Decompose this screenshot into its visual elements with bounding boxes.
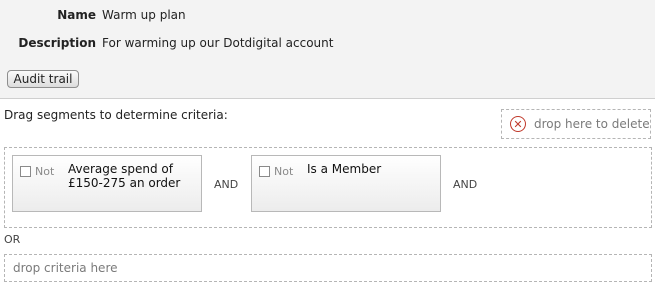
builder-instructions: Drag segments to determine criteria: [4,108,228,122]
description-label: Description [18,36,96,50]
segment-name: Is a Member [307,162,382,176]
not-label: Not [35,165,55,178]
name-value: Warm up plan [102,8,186,22]
not-toggle[interactable]: Not [20,165,54,178]
not-checkbox[interactable] [20,166,31,177]
criteria-group[interactable]: Not Average spend of £150-275 an order A… [4,147,652,228]
delete-drop-zone[interactable]: ✕ drop here to delete [501,109,651,139]
drop-criteria-zone[interactable]: drop criteria here [4,254,652,282]
not-toggle[interactable]: Not [259,165,293,178]
audit-trail-button[interactable]: Audit trail [7,70,79,88]
close-circle-icon: ✕ [510,116,526,132]
segment-details-header: Name Warm up plan Description For warmin… [0,0,655,99]
or-operator: OR [4,233,21,246]
not-label: Not [274,165,294,178]
description-value: For warming up our Dotdigital account [102,36,334,50]
not-checkbox[interactable] [259,166,270,177]
segment-card-is-member[interactable]: Not Is a Member [251,155,441,212]
and-operator: AND [453,178,478,191]
and-operator: AND [214,178,239,191]
segment-name: Average spend of £150-275 an order [68,162,181,190]
delete-zone-label: drop here to delete [534,117,650,131]
segment-card-average-spend[interactable]: Not Average spend of £150-275 an order [12,155,202,212]
name-label: Name [57,8,96,22]
